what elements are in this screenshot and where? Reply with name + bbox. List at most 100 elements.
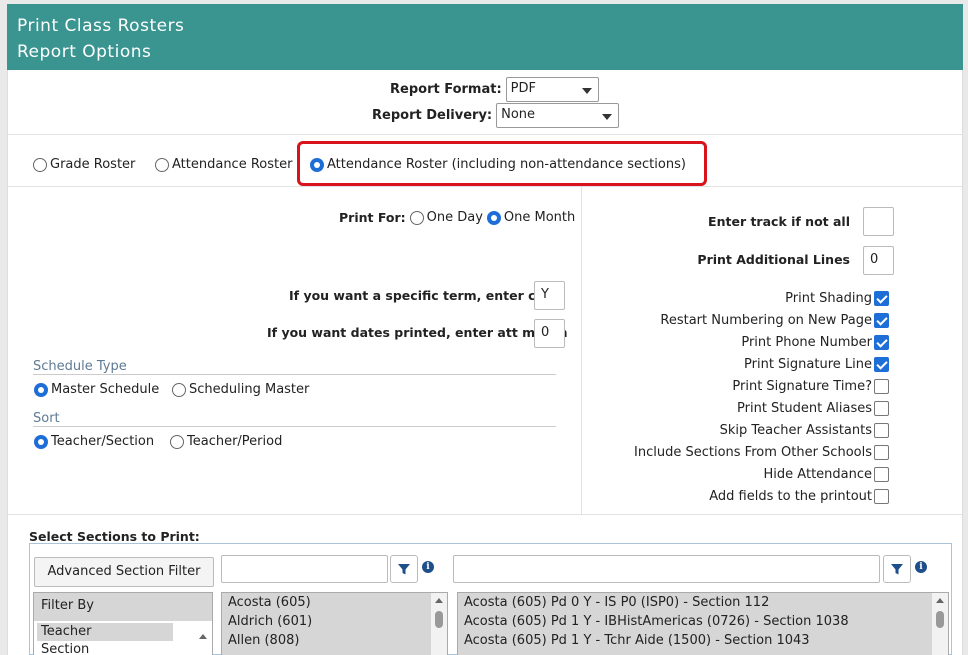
section-filter-button[interactable]	[883, 555, 911, 583]
checkbox-checked[interactable]	[874, 290, 889, 306]
scroll-up-icon[interactable]	[936, 598, 944, 603]
list-item[interactable]: Acosta (605) Pd 1 Y - Tchr Aide (1500) -…	[458, 631, 948, 650]
chevron-down-icon	[602, 114, 613, 120]
scrollbar[interactable]	[195, 629, 209, 655]
list-item[interactable]: Acosta (605)	[222, 593, 447, 612]
list-item[interactable]: Acosta (605) Pd 0 Y - IS P0 (ISP0) - Sec…	[458, 593, 948, 612]
checkbox[interactable]	[874, 466, 889, 482]
option-skip-teacher-assistants[interactable]: Skip Teacher Assistants	[720, 419, 889, 441]
radio-button-selected[interactable]	[34, 434, 48, 449]
option-label: Add fields to the printout	[709, 488, 872, 504]
scrollbar[interactable]	[932, 593, 948, 655]
section-search-input[interactable]	[453, 555, 880, 583]
checkbox[interactable]	[874, 488, 889, 504]
option-label: Print Signature Time?	[732, 378, 872, 394]
option-restart-numbering[interactable]: Restart Numbering on New Page	[660, 309, 889, 331]
option-include-other-schools[interactable]: Include Sections From Other Schools	[634, 441, 889, 463]
att-month-input[interactable]: 0	[534, 319, 565, 348]
option-add-fields[interactable]: Add fields to the printout	[709, 485, 889, 507]
filter-icon	[891, 564, 903, 575]
schedule-master-radio[interactable]: Master Schedule	[34, 382, 159, 397]
filter-by-item[interactable]: Section	[34, 641, 212, 655]
divider	[33, 426, 556, 427]
checkbox-checked[interactable]	[874, 334, 889, 350]
radio-button-selected[interactable]	[486, 210, 501, 225]
report-format-select[interactable]: PDF	[505, 77, 599, 102]
print-for-one-day-radio[interactable]: One Day	[409, 210, 483, 225]
additional-lines-label: Print Additional Lines	[697, 252, 850, 267]
divider	[8, 514, 962, 515]
advanced-section-filter-button[interactable]: Advanced Section Filter	[34, 557, 214, 587]
att-month-label: If you want dates printed, enter att mon…	[267, 325, 568, 340]
scheduling-master-radio[interactable]: Scheduling Master	[172, 382, 309, 397]
sort-teacher-period-radio[interactable]: Teacher/Period	[170, 434, 282, 449]
column-divider	[581, 187, 582, 514]
checkbox[interactable]	[874, 400, 889, 416]
scroll-up-icon[interactable]	[199, 634, 207, 639]
info-icon[interactable]: i	[915, 561, 927, 573]
term-code-input[interactable]: Y	[534, 281, 565, 310]
option-label: Hide Attendance	[763, 466, 872, 482]
scrollbar-thumb[interactable]	[435, 611, 443, 628]
highlight-box	[297, 141, 707, 186]
chevron-down-icon	[581, 88, 592, 94]
checkbox-checked[interactable]	[874, 312, 889, 328]
report-format-value: PDF	[510, 81, 536, 96]
option-student-aliases[interactable]: Print Student Aliases	[737, 397, 889, 419]
radio-button[interactable]	[172, 382, 186, 397]
report-delivery-select[interactable]: None	[496, 103, 620, 128]
checkbox-checked[interactable]	[874, 356, 889, 372]
roster-grade-label: Grade Roster	[50, 157, 136, 172]
print-for-one-day-label: One Day	[426, 210, 483, 225]
schedule-master-label: Master Schedule	[51, 382, 160, 397]
report-delivery-value: None	[501, 107, 536, 122]
option-print-phone[interactable]: Print Phone Number	[741, 331, 889, 353]
list-item[interactable]: Acosta (605) Pd 1 Y - IBHistAmericas (07…	[458, 612, 948, 631]
roster-attendance-radio[interactable]: Attendance Roster	[155, 157, 292, 172]
option-signature-time[interactable]: Print Signature Time?	[732, 375, 889, 397]
sort-teacher-period-label: Teacher/Period	[187, 434, 283, 449]
option-signature-line[interactable]: Print Signature Line	[744, 353, 889, 375]
print-for-label: Print For:	[339, 210, 406, 225]
teacher-search-input[interactable]	[221, 555, 388, 583]
option-label: Restart Numbering on New Page	[660, 312, 872, 328]
checkbox[interactable]	[874, 422, 889, 438]
print-for-one-month-radio[interactable]: One Month	[486, 210, 575, 225]
scrollbar-thumb[interactable]	[936, 611, 944, 628]
option-label: Skip Teacher Assistants	[719, 422, 872, 438]
radio-button[interactable]	[155, 157, 169, 172]
sort-heading: Sort	[33, 411, 60, 426]
option-hide-attendance[interactable]: Hide Attendance	[764, 463, 889, 485]
scrollbar[interactable]	[431, 593, 447, 655]
section-listbox[interactable]: Acosta (605) Pd 0 Y - IS P0 (ISP0) - Sec…	[457, 592, 949, 655]
page-title: Print Class Rosters	[17, 16, 185, 36]
info-icon[interactable]: i	[422, 561, 434, 573]
print-for-row: Print For: One Day One Month	[339, 210, 575, 225]
filter-by-item[interactable]: Teacher	[37, 623, 173, 641]
option-print-shading[interactable]: Print Shading	[785, 287, 889, 309]
teacher-listbox[interactable]: Acosta (605) Aldrich (601) Allen (808)	[221, 592, 448, 655]
radio-button[interactable]	[170, 434, 184, 449]
report-options-panel: Report Format: PDF Report Delivery: None…	[7, 70, 963, 655]
radio-button[interactable]	[409, 210, 424, 225]
divider	[8, 186, 962, 187]
filter-by-box: Filter By Teacher Section	[33, 592, 213, 655]
sort-teacher-section-radio[interactable]: Teacher/Section	[34, 434, 154, 449]
report-delivery-label: Report Delivery:	[372, 108, 493, 123]
report-format-label: Report Format:	[390, 82, 502, 97]
filter-by-label: Filter By	[34, 593, 212, 621]
track-input[interactable]	[863, 207, 894, 236]
checkbox[interactable]	[874, 378, 889, 394]
term-code-label: If you want a specific term, enter code	[289, 288, 562, 303]
checkbox[interactable]	[874, 444, 889, 460]
teacher-filter-button[interactable]	[390, 555, 418, 583]
option-label: Print Shading	[785, 290, 872, 306]
radio-button[interactable]	[33, 157, 47, 172]
list-item[interactable]: Allen (808)	[222, 631, 447, 650]
radio-button-selected[interactable]	[34, 382, 48, 397]
filter-icon	[398, 564, 410, 575]
list-item[interactable]: Aldrich (601)	[222, 612, 447, 631]
additional-lines-input[interactable]: 0	[863, 246, 894, 275]
roster-grade-radio[interactable]: Grade Roster	[33, 157, 135, 172]
scroll-up-icon[interactable]	[435, 598, 443, 603]
